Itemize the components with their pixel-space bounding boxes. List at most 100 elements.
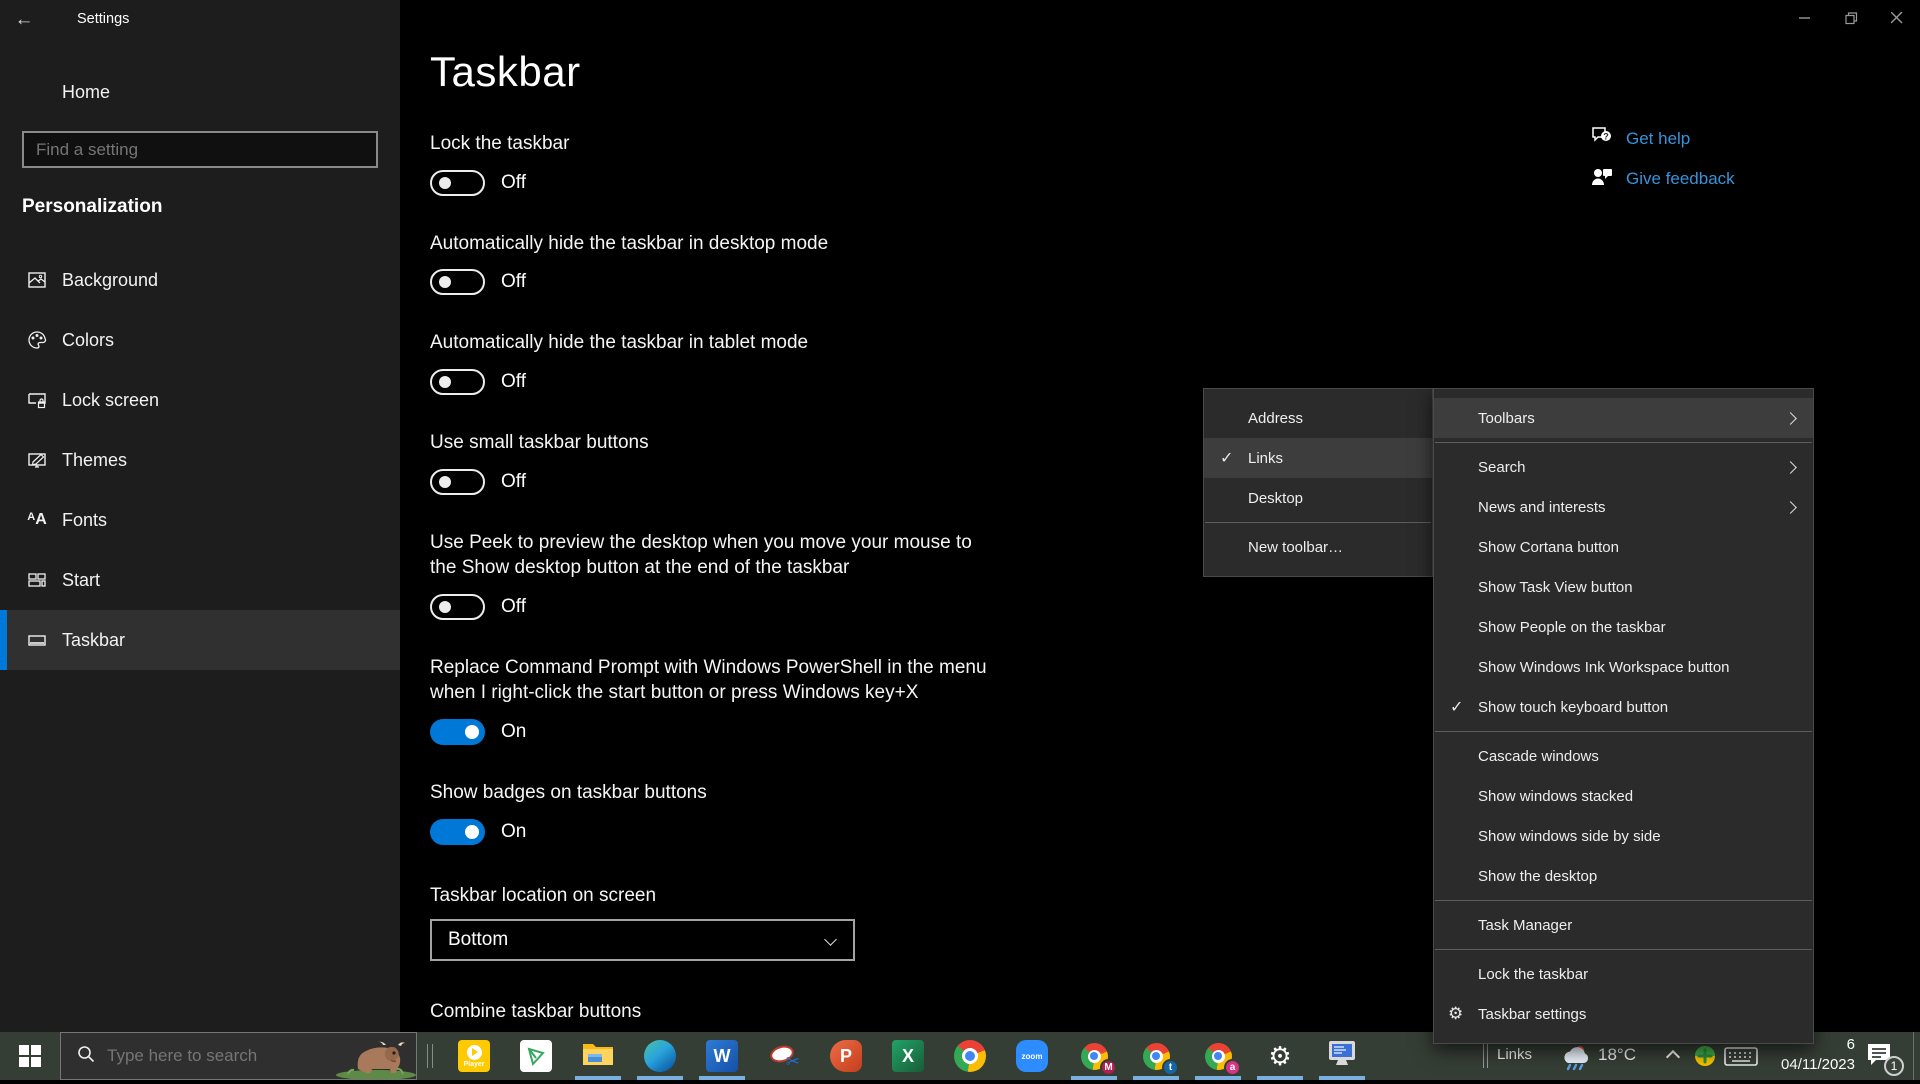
submenu-item-desktop[interactable]: Desktop: [1204, 478, 1432, 518]
temperature-label[interactable]: 18°C: [1598, 1045, 1636, 1065]
tray-overflow-chevron-icon[interactable]: [1666, 1050, 1680, 1064]
toggle-state: Off: [501, 596, 526, 618]
toggle-small-buttons[interactable]: [430, 469, 485, 495]
sidebar-item-taskbar[interactable]: Taskbar: [0, 610, 400, 670]
sidebar-item-fonts[interactable]: AA Fonts: [0, 490, 400, 550]
restore-button[interactable]: [1828, 0, 1874, 36]
toggle-lock-taskbar[interactable]: [430, 170, 485, 196]
toggle-state: On: [501, 821, 526, 843]
open-app-indicator: [699, 1076, 745, 1080]
menu-item-show-cortana[interactable]: Show Cortana button: [1434, 527, 1813, 567]
find-setting-input[interactable]: [24, 140, 346, 160]
give-feedback-link[interactable]: Give feedback: [1590, 165, 1735, 192]
menu-item-show-the-desktop[interactable]: Show the desktop: [1434, 856, 1813, 896]
submenu-item-links[interactable]: ✓ Links: [1204, 438, 1432, 478]
chrome-icon-core: [965, 1051, 975, 1061]
menu-separator: [1435, 949, 1812, 950]
menu-item-label: Show windows side by side: [1478, 828, 1661, 845]
menu-item-search[interactable]: Search: [1434, 447, 1813, 487]
sidebar-item-start[interactable]: Start: [0, 550, 400, 610]
sidebar-item-background[interactable]: Background: [0, 250, 400, 310]
menu-item-toolbars[interactable]: Toolbars: [1434, 398, 1813, 438]
taskbar-app-chrome-profile-t[interactable]: t: [1125, 1032, 1187, 1080]
submenu-item-new-toolbar[interactable]: New toolbar…: [1204, 527, 1432, 567]
menu-item-show-windows-stacked[interactable]: Show windows stacked: [1434, 776, 1813, 816]
back-button[interactable]: ←: [0, 0, 48, 40]
antivirus-shield-icon[interactable]: [1694, 1045, 1716, 1072]
setting-label-badges: Show badges on taskbar buttons: [430, 780, 995, 806]
menu-item-news-and-interests[interactable]: News and interests: [1434, 487, 1813, 527]
taskbar-app-legacy-display[interactable]: [1311, 1032, 1373, 1080]
taskbar-search-input[interactable]: [107, 1046, 328, 1066]
search-icon: [77, 1045, 95, 1068]
get-help-link[interactable]: ? Get help: [1590, 125, 1690, 152]
start-button[interactable]: [0, 1032, 60, 1080]
taskbar-app-chrome-profile-a[interactable]: a: [1187, 1032, 1249, 1080]
setting-label-autohide-desktop: Automatically hide the taskbar in deskto…: [430, 231, 995, 257]
taskbar-app-word[interactable]: W: [691, 1032, 753, 1080]
submenu-item-address[interactable]: Address: [1204, 398, 1432, 438]
toggle-autohide-desktop[interactable]: [430, 269, 485, 295]
menu-item-task-manager[interactable]: Task Manager: [1434, 905, 1813, 945]
fonts-icon-small-a: A: [27, 511, 35, 529]
chevron-down-icon: [824, 933, 837, 946]
menu-item-show-task-view[interactable]: Show Task View button: [1434, 567, 1813, 607]
profile-badge-letter: t: [1169, 1062, 1172, 1073]
close-button[interactable]: [1874, 0, 1920, 36]
notification-count: 1: [1891, 1059, 1898, 1073]
taskbar-app-vpn[interactable]: [505, 1032, 567, 1080]
toggle-peek[interactable]: [430, 594, 485, 620]
taskbar-app-zoom[interactable]: zoom: [1001, 1032, 1063, 1080]
minimize-button[interactable]: [1782, 0, 1828, 36]
toolbar-drag-handle[interactable]: [427, 1044, 433, 1068]
menu-item-show-windows-side-by-side[interactable]: Show windows side by side: [1434, 816, 1813, 856]
taskbar-app-settings[interactable]: ⚙: [1249, 1032, 1311, 1080]
weather-icon[interactable]: [1560, 1041, 1592, 1076]
menu-item-label: Show Cortana button: [1478, 539, 1619, 556]
menu-separator: [1435, 731, 1812, 732]
taskbar-app-file-explorer[interactable]: [567, 1032, 629, 1080]
toggle-state: Off: [501, 371, 526, 393]
sidebar-item-themes[interactable]: Themes: [0, 430, 400, 490]
taskbar-app-excel[interactable]: X: [877, 1032, 939, 1080]
taskbar-app-edge[interactable]: [629, 1032, 691, 1080]
menu-item-lock-the-taskbar[interactable]: Lock the taskbar: [1434, 954, 1813, 994]
search-highlight-image[interactable]: [328, 1033, 423, 1079]
sidebar-label: Taskbar: [62, 630, 125, 651]
show-desktop-strip[interactable]: [1913, 1032, 1920, 1080]
taskbar-app-chrome-profile-m[interactable]: M: [1063, 1032, 1125, 1080]
media-player-icon: Player: [458, 1040, 490, 1072]
sidebar-item-colors[interactable]: Colors: [0, 310, 400, 370]
page-title: Taskbar: [430, 48, 1050, 96]
menu-item-show-touch-keyboard[interactable]: ✓ Show touch keyboard button: [1434, 687, 1813, 727]
taskbar-app-snipping-tool[interactable]: ✂: [753, 1032, 815, 1080]
menu-item-label: Task Manager: [1478, 917, 1572, 934]
action-center-button[interactable]: 1: [1866, 1042, 1900, 1072]
taskbar-location-dropdown[interactable]: Bottom: [430, 919, 855, 961]
toggle-autohide-tablet[interactable]: [430, 369, 485, 395]
taskbar-app-chrome[interactable]: [939, 1032, 1001, 1080]
fonts-icon-large-a: A: [35, 511, 47, 529]
find-setting-searchbox[interactable]: [22, 131, 378, 168]
links-toolbar-label[interactable]: Links: [1497, 1046, 1532, 1063]
menu-separator: [1205, 522, 1431, 523]
menu-item-label: Cascade windows: [1478, 748, 1599, 765]
taskbar-app-powerpoint[interactable]: P: [815, 1032, 877, 1080]
taskbar-context-menu: Toolbars Search News and interests Show …: [1433, 388, 1814, 1044]
powerpoint-letter: P: [840, 1046, 852, 1067]
legacy-display-icon: [1327, 1039, 1357, 1074]
toggle-badges[interactable]: [430, 819, 485, 845]
menu-item-taskbar-settings[interactable]: ⚙ Taskbar settings: [1434, 994, 1813, 1034]
sidebar-item-home[interactable]: Home: [0, 72, 400, 112]
touch-keyboard-icon[interactable]: [1724, 1047, 1758, 1072]
menu-item-show-people[interactable]: Show People on the taskbar: [1434, 607, 1813, 647]
taskbar-search-box[interactable]: [60, 1032, 417, 1080]
toggle-powershell[interactable]: [430, 719, 485, 745]
minimize-icon: [1799, 12, 1811, 24]
menu-item-cascade-windows[interactable]: Cascade windows: [1434, 736, 1813, 776]
chrome-icon: [954, 1040, 986, 1072]
menu-item-label: Show windows stacked: [1478, 788, 1633, 805]
sidebar-item-lock-screen[interactable]: Lock screen: [0, 370, 400, 430]
menu-item-show-ink-workspace[interactable]: Show Windows Ink Workspace button: [1434, 647, 1813, 687]
taskbar-app-media-player[interactable]: Player: [443, 1032, 505, 1080]
